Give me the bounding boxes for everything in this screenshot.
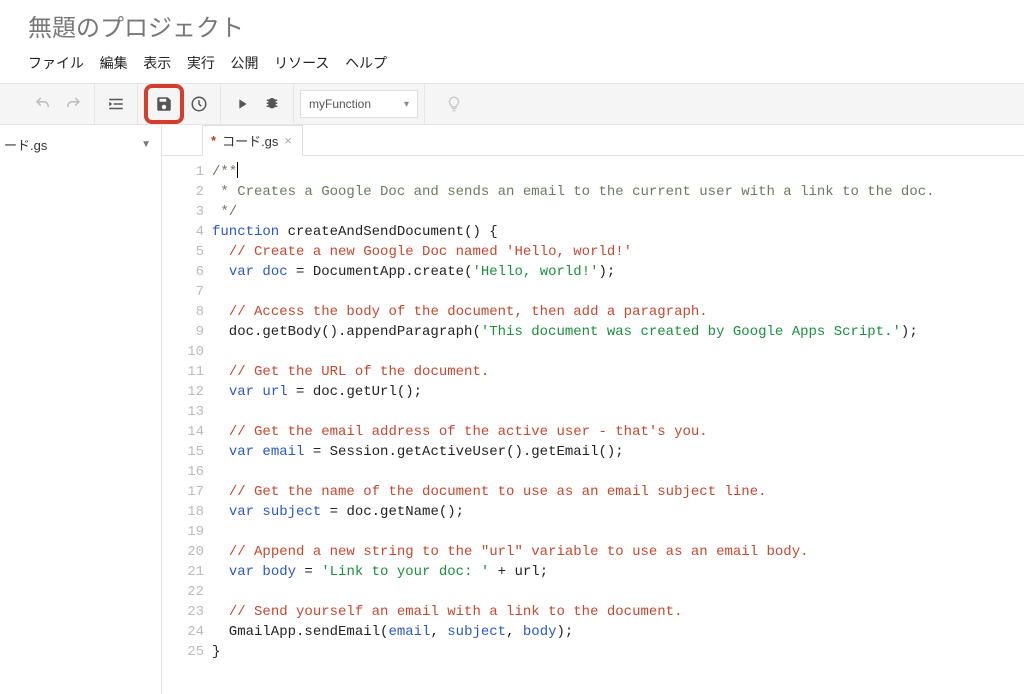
- line-gutter: 1234567891011121314151617181920212223242…: [162, 162, 212, 694]
- hints-button[interactable]: [439, 89, 469, 119]
- sidebar-file-item[interactable]: ード.gs ▼: [0, 131, 161, 158]
- close-icon[interactable]: ×: [284, 133, 292, 148]
- save-button[interactable]: [149, 89, 179, 119]
- lightbulb-icon: [445, 95, 463, 113]
- menu-edit[interactable]: 編集: [100, 49, 140, 77]
- function-select[interactable]: myFunction ▾: [300, 90, 418, 118]
- chevron-down-icon: ▾: [404, 99, 409, 110]
- sidebar-file-label: ード.gs: [4, 135, 47, 154]
- menu-run[interactable]: 実行: [187, 49, 227, 77]
- editor-area: * コード.gs × 12345678910111213141516171819…: [162, 125, 1024, 694]
- indent-icon: [107, 95, 125, 113]
- save-icon: [155, 95, 173, 113]
- tab-code-gs[interactable]: * コード.gs ×: [202, 125, 303, 156]
- menu-publish[interactable]: 公開: [231, 49, 271, 77]
- bug-icon: [263, 95, 281, 113]
- toolbar: myFunction ▾: [0, 83, 1024, 125]
- header: 無題のプロジェクト ファイル 編集 表示 実行 公開 リソース ヘルプ: [0, 0, 1024, 83]
- menu-help[interactable]: ヘルプ: [345, 49, 399, 77]
- debug-button[interactable]: [257, 89, 287, 119]
- menu-view[interactable]: 表示: [143, 49, 183, 77]
- play-icon: [234, 96, 250, 112]
- code-content[interactable]: /** * Creates a Google Doc and sends an …: [212, 162, 1024, 694]
- menu-file[interactable]: ファイル: [28, 49, 96, 77]
- redo-icon: [64, 95, 82, 113]
- triggers-button[interactable]: [184, 89, 214, 119]
- file-sidebar: ード.gs ▼: [0, 125, 162, 694]
- clock-icon: [190, 95, 208, 113]
- undo-button[interactable]: [28, 89, 58, 119]
- function-select-label: myFunction: [309, 97, 371, 111]
- menubar: ファイル 編集 表示 実行 公開 リソース ヘルプ: [28, 49, 1024, 83]
- main: ード.gs ▼ * コード.gs × 123456789101112131415…: [0, 125, 1024, 694]
- project-title[interactable]: 無題のプロジェクト: [28, 8, 1024, 43]
- code-editor[interactable]: 1234567891011121314151617181920212223242…: [162, 156, 1024, 694]
- tab-label: コード.gs: [222, 131, 278, 150]
- dirty-indicator: *: [211, 133, 216, 148]
- undo-icon: [34, 95, 52, 113]
- menu-resources[interactable]: リソース: [274, 49, 341, 77]
- tab-bar: * コード.gs ×: [162, 125, 1024, 156]
- save-highlight: [144, 84, 184, 124]
- chevron-down-icon: ▼: [141, 139, 151, 150]
- indent-button[interactable]: [101, 89, 131, 119]
- run-button[interactable]: [227, 89, 257, 119]
- redo-button[interactable]: [58, 89, 88, 119]
